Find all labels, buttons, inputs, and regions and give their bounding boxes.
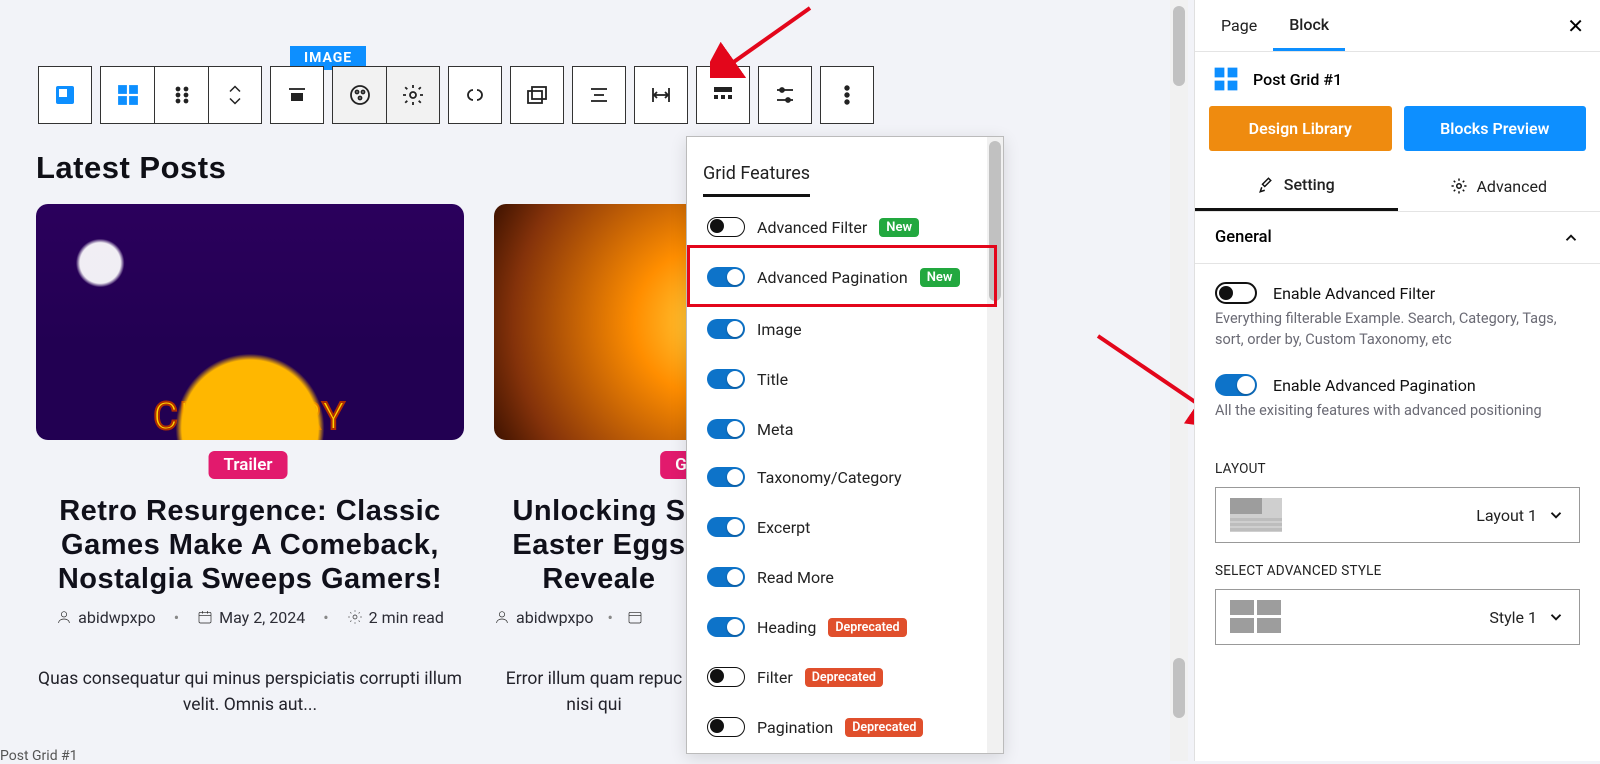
popup-scrollbar[interactable] — [987, 137, 1003, 753]
tb-layers-icon[interactable] — [510, 66, 564, 124]
tb-align-icon[interactable] — [270, 66, 324, 124]
toggle-on[interactable] — [707, 467, 745, 487]
tb-link-icon[interactable] — [448, 66, 502, 124]
tab-block[interactable]: Block — [1273, 0, 1345, 51]
feat-pagination[interactable]: Pagination Deprecated — [707, 717, 923, 737]
block-name: Post Grid #1 — [1253, 70, 1342, 89]
filter-description: Everything filterable Example. Search, C… — [1215, 308, 1580, 350]
tb-updown-icon[interactable] — [208, 66, 262, 124]
chevron-down-icon — [1547, 506, 1565, 524]
latest-posts-heading: Latest Posts — [36, 150, 226, 186]
toggle-on[interactable] — [707, 419, 745, 439]
tb-gear-icon[interactable] — [386, 66, 440, 124]
feat-title[interactable]: Title — [707, 369, 788, 389]
tab-setting[interactable]: Setting — [1195, 161, 1398, 211]
enable-adv-filter[interactable]: Enable Advanced Filter — [1215, 282, 1580, 304]
tb-block-type[interactable] — [38, 66, 92, 124]
post-excerpt: Error illum quam repuc nisi qui — [494, 666, 694, 719]
badge-new: New — [879, 218, 919, 237]
design-library-button[interactable]: Design Library — [1209, 106, 1392, 151]
toggle-on[interactable] — [707, 369, 745, 389]
post-tag[interactable]: Trailer — [209, 451, 288, 479]
feat-advanced-filter[interactable]: Advanced Filter New — [707, 217, 919, 237]
tb-center-icon[interactable] — [572, 66, 626, 124]
layout-select[interactable]: Layout 1 — [1215, 487, 1580, 543]
feat-meta[interactable]: Meta — [707, 419, 793, 439]
tab-advanced[interactable]: Advanced — [1398, 161, 1600, 211]
post-excerpt: Quas consequatur qui minus perspiciatis … — [36, 666, 464, 719]
tab-page[interactable]: Page — [1205, 0, 1273, 51]
badge-deprecated: Deprecated — [805, 668, 883, 687]
feat-excerpt[interactable]: Excerpt — [707, 517, 810, 537]
toggle-on[interactable] — [707, 617, 745, 637]
post-card[interactable]: NIGHTCULINARY — [36, 204, 464, 440]
section-general[interactable]: General — [1195, 212, 1600, 264]
chevron-down-icon — [1547, 608, 1565, 626]
toggle-on[interactable] — [707, 567, 745, 587]
tb-grid-icon[interactable] — [100, 66, 154, 124]
tb-width-icon[interactable] — [634, 66, 688, 124]
post-meta: abidwpxpo — [494, 608, 694, 627]
feat-taxonomy[interactable]: Taxonomy/Category — [707, 467, 902, 487]
badge-deprecated: Deprecated — [845, 718, 923, 737]
toggle-on[interactable] — [707, 517, 745, 537]
feat-read-more[interactable]: Read More — [707, 567, 834, 587]
toggle-off[interactable] — [707, 217, 745, 237]
block-title-row: Post Grid #1 — [1195, 52, 1600, 106]
badge-deprecated: Deprecated — [828, 618, 906, 637]
feat-heading[interactable]: Heading Deprecated — [707, 617, 907, 637]
date: May 2, 2024 — [219, 608, 305, 627]
style-label: SELECT ADVANCED STYLE — [1215, 563, 1580, 579]
close-icon[interactable]: ✕ — [1561, 8, 1590, 44]
popup-tab-grid-features[interactable]: Grid Features — [703, 155, 810, 197]
post-thumbnail[interactable]: NIGHTCULINARY — [36, 204, 464, 440]
block-sidebar: Page Block ✕ Post Grid #1 Design Library… — [1194, 0, 1600, 761]
layout-preview-icon — [1230, 498, 1282, 532]
enable-adv-pagination[interactable]: Enable Advanced Pagination — [1215, 374, 1580, 396]
toggle-off[interactable] — [707, 667, 745, 687]
post-title[interactable]: Unlocking S Easter Eggs Reveale — [494, 494, 704, 597]
read-time: 2 min read — [369, 608, 444, 627]
pagination-description: All the exisiting features with advanced… — [1215, 400, 1580, 421]
author[interactable]: abidwpxpo — [516, 608, 594, 627]
blocks-preview-button[interactable]: Blocks Preview — [1404, 106, 1587, 151]
feat-image[interactable]: Image — [707, 319, 802, 339]
highlight-adv-pagination — [687, 245, 997, 307]
author[interactable]: abidwpxpo — [78, 608, 156, 627]
feat-filter[interactable]: Filter Deprecated — [707, 667, 883, 687]
toggle-off[interactable] — [707, 717, 745, 737]
tb-move-icon[interactable] — [154, 66, 208, 124]
tb-palette-icon[interactable] — [332, 66, 386, 124]
annotation-arrow-1 — [710, 0, 830, 78]
post-meta: abidwpxpo May 2, 2024 2 min read — [36, 608, 464, 627]
post-title[interactable]: Retro Resurgence: Classic Games Make A C… — [36, 494, 464, 597]
grid-features-popup: Grid Features Advanced Filter New Advanc… — [686, 136, 1004, 754]
style-select[interactable]: Style 1 — [1215, 589, 1580, 645]
footer-block-label: Post Grid #1 — [0, 748, 78, 764]
layout-label: LAYOUT — [1215, 461, 1580, 477]
chevron-up-icon — [1562, 229, 1580, 247]
toggle-on[interactable] — [707, 319, 745, 339]
style-preview-icon — [1230, 600, 1282, 634]
